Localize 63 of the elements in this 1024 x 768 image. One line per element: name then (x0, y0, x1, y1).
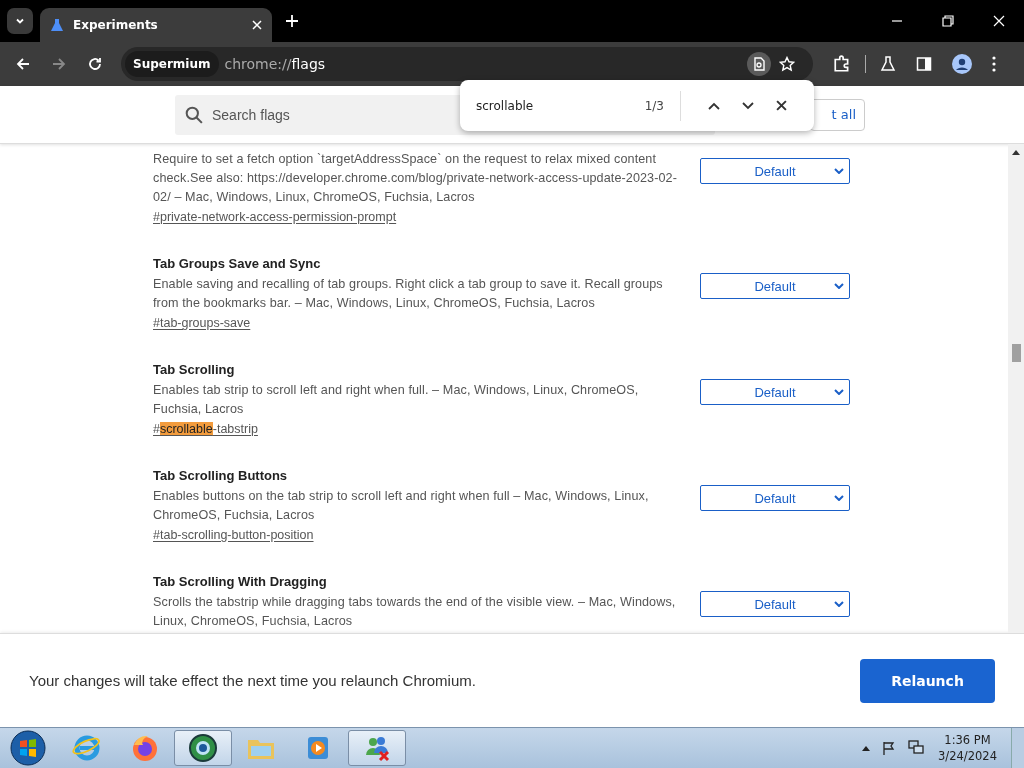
close-icon[interactable] (776, 100, 787, 111)
show-hidden-icons[interactable] (862, 745, 871, 751)
chevron-down-icon (834, 601, 844, 607)
flag-dropdown[interactable]: Default (700, 158, 850, 184)
flag-dropdown[interactable]: Default (700, 273, 850, 299)
flag-description: Enables tab strip to scroll left and right when full. – Mac, Windows, Linux, ChromeOS, Fuchsia, Lacros (153, 382, 640, 418)
flag-description: Enables buttons on the tab strip to scroll left and right when full – Mac, Windows, Linux, ChromeOS, Fuchsia, Lacros (153, 488, 650, 524)
flag-title: Tab Groups Save and Sync (153, 255, 322, 273)
previous-match-icon[interactable] (708, 101, 720, 110)
scrollbar-thumb[interactable] (1012, 344, 1021, 362)
clock-time: 1:36 PM (944, 732, 991, 748)
new-tab-icon[interactable] (286, 15, 298, 27)
side-panel-icon[interactable] (916, 56, 932, 72)
browser-tab[interactable]: Experiments (40, 8, 272, 42)
flag-dropdown[interactable]: Default (700, 379, 850, 405)
flag-dropdown[interactable]: Default (700, 591, 850, 617)
globe-icon (188, 733, 218, 763)
chevron-down-icon (834, 168, 844, 174)
chevron-down-icon (834, 389, 844, 395)
find-in-page-icon[interactable] (747, 52, 771, 76)
flag-title: Tab Scrolling (153, 361, 236, 379)
forward-icon[interactable] (51, 56, 67, 72)
find-query-field[interactable]: scrollable (476, 98, 645, 113)
search-icon (185, 105, 203, 124)
tab-search-button[interactable] (7, 8, 33, 34)
match-count: 1/3 (644, 98, 664, 113)
flag-description: Require to set a fetch option `targetAddressSpace` on the request to relax mixed content check.See also: https://developer.chrome.com/blog/private-network-access-update-2023-02-02/ – Mac, Windows, Linux, ChromeOS, Fuchsia, Lacros (153, 151, 678, 206)
fox-globe-icon (130, 733, 160, 763)
start-button[interactable] (10, 730, 46, 766)
tab-title: Experiments (73, 18, 159, 32)
flag-description: Scrolls the tabstrip while dragging tabs towards the end of the visible view. – Mac, Windows, Linux, ChromeOS, Fuchsia, Lacros (153, 594, 677, 630)
flag-title: Tab Scrolling Buttons (153, 467, 289, 485)
back-icon[interactable] (15, 56, 31, 72)
flag-icon[interactable] (882, 741, 897, 755)
reload-icon[interactable] (87, 56, 103, 72)
flag-link[interactable]: #tab-scrolling-button-position (153, 525, 314, 546)
flag-link[interactable]: #tab-groups-save (153, 313, 251, 334)
browser-e-icon (72, 733, 102, 763)
scroll-up-arrow-icon[interactable] (1012, 150, 1020, 155)
scrollbar[interactable] (1008, 144, 1024, 633)
next-match-icon[interactable] (742, 101, 754, 110)
flask-icon[interactable] (880, 56, 896, 72)
flag-description: Enable saving and recalling of tab groups. Right click a tab group to save it. Recall groups from the bookmarks bar. – Mac, Windows, Linux, ChromeOS, Fuchsia, Lacros (153, 276, 664, 312)
chevron-down-icon (834, 283, 844, 289)
clock-date: 3/24/2024 (938, 748, 997, 764)
flag-title: Tab Scrolling With Dragging (153, 573, 328, 591)
flag-link[interactable]: #private-network-access-permission-prompt (153, 207, 397, 228)
chevron-down-icon (834, 495, 844, 501)
address-bar[interactable]: Supermium chrome://flags (121, 47, 813, 81)
menu-icon[interactable] (992, 56, 996, 72)
network-icon[interactable] (908, 740, 925, 756)
bookmark-star-icon[interactable] (779, 56, 795, 72)
url-text: chrome://flags (224, 56, 326, 72)
flag-dropdown[interactable]: Default (700, 485, 850, 511)
puzzle-icon[interactable] (833, 55, 851, 73)
profile-avatar-icon[interactable] (952, 54, 972, 74)
relaunch-message: Your changes will take effect the next time you relaunch Chromium. (29, 672, 477, 689)
flask-icon (50, 18, 64, 32)
relaunch-button[interactable]: Relaunch (860, 658, 995, 703)
restore-icon[interactable] (942, 15, 954, 27)
taskbar-app[interactable] (174, 730, 232, 766)
site-chip[interactable]: Supermium (125, 51, 219, 77)
reset-all-button[interactable]: t all (810, 98, 865, 131)
